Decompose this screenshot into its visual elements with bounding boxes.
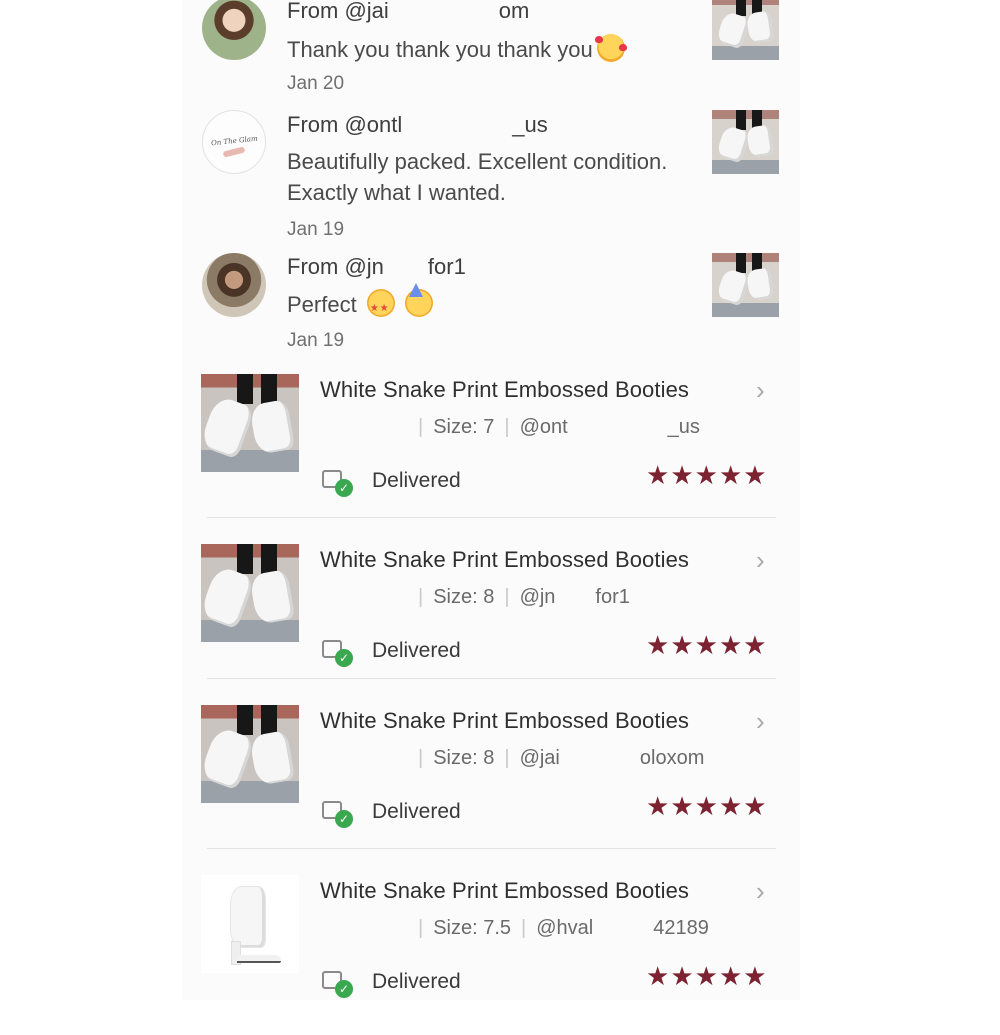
star-icon: ★ (743, 791, 768, 821)
order-status: Delivered (372, 970, 461, 993)
order-title[interactable]: White Snake Print Embossed Booties (320, 708, 689, 734)
order-meta: | Size: 7.5 | @hval 42189 (418, 917, 709, 939)
order-size: Size: 7 (433, 416, 495, 438)
logo-stroke (222, 146, 246, 158)
review-date: Jan 19 (287, 330, 345, 351)
order-size: Size: 7.5 (433, 917, 512, 939)
review-item-thumbnail[interactable] (712, 253, 779, 317)
star-icon: ★ (646, 961, 671, 991)
star-icon: ★ (718, 460, 744, 490)
order-title[interactable]: White Snake Print Embossed Booties (320, 377, 689, 403)
star-icon: ★ (743, 961, 768, 991)
star-icon: ★ (743, 630, 768, 660)
order-item[interactable]: White Snake Print Embossed Booties › | Si… (0, 875, 1000, 1035)
review-text-content: Thank you thank you thank you (287, 37, 593, 62)
boot-product-image (201, 875, 299, 973)
order-user[interactable]: @jn for1 (520, 586, 630, 608)
order-thumbnail[interactable] (201, 544, 299, 642)
star-icon: ★ (670, 460, 695, 490)
order-item[interactable]: White Snake Print Embossed Booties › | Si… (0, 544, 1000, 704)
order-meta: | Size: 8 | @jn for1 (418, 586, 630, 608)
boots-image (201, 705, 299, 803)
boots-image (201, 374, 299, 472)
rating-stars: ★★★★★ (646, 460, 768, 491)
star-icon: ★ (718, 791, 744, 821)
divider (207, 678, 776, 679)
review-date: Jan 20 (287, 73, 345, 94)
star-icon: ★ (694, 460, 719, 490)
order-meta: | Size: 7 | @ont _us (418, 416, 700, 438)
review-item-thumbnail[interactable] (712, 0, 779, 60)
order-item[interactable]: White Snake Print Embossed Booties › | Si… (0, 705, 1000, 865)
order-size: Size: 8 (433, 586, 495, 608)
review-text: Perfect (287, 283, 687, 324)
avatar[interactable] (202, 253, 266, 317)
order-meta: | Size: 8 | @jai oloxom (418, 747, 705, 769)
order-item[interactable]: White Snake Print Embossed Booties › | Si… (0, 374, 1000, 534)
delivered-check-icon: ✓ (322, 801, 353, 828)
rating-stars: ★★★★★ (646, 630, 768, 661)
review-text: Thank you thank you thank you (287, 34, 687, 65)
star-icon: ★ (718, 630, 744, 660)
star-icon: ★ (718, 961, 744, 991)
order-size: Size: 8 (433, 747, 495, 769)
rating-stars: ★★★★★ (646, 791, 768, 822)
divider (207, 848, 776, 849)
order-title[interactable]: White Snake Print Embossed Booties (320, 878, 689, 904)
rating-stars: ★★★★★ (646, 961, 768, 992)
divider (207, 517, 776, 518)
boots-image (201, 544, 299, 642)
star-struck-icon (366, 289, 395, 324)
delivered-check-icon: ✓ (322, 470, 353, 497)
star-icon: ★ (670, 961, 695, 991)
order-thumbnail[interactable] (201, 705, 299, 803)
review-date: Jan 19 (287, 219, 345, 240)
chevron-right-icon[interactable]: › (756, 545, 765, 576)
star-icon: ★ (743, 460, 768, 490)
star-icon: ★ (646, 460, 671, 490)
delivered-check-icon: ✓ (322, 971, 353, 998)
order-title[interactable]: White Snake Print Embossed Booties (320, 547, 689, 573)
star-icon: ★ (646, 791, 671, 821)
avatar[interactable]: On The Glam (202, 110, 266, 174)
review-author[interactable]: From @jn for1 (287, 254, 466, 280)
review-author[interactable]: From @jai om (287, 0, 529, 24)
chevron-right-icon[interactable]: › (756, 375, 765, 406)
review-item-thumbnail[interactable] (712, 110, 779, 174)
chevron-right-icon[interactable]: › (756, 876, 765, 907)
chevron-right-icon[interactable]: › (756, 706, 765, 737)
review-author[interactable]: From @ontl _us (287, 112, 548, 138)
star-icon: ★ (694, 961, 719, 991)
order-status: Delivered (372, 469, 461, 492)
smiling-face-with-hearts-icon (594, 34, 627, 62)
star-icon: ★ (694, 791, 719, 821)
order-user[interactable]: @jai oloxom (520, 747, 705, 769)
order-thumbnail[interactable] (201, 374, 299, 472)
star-icon: ★ (646, 630, 671, 660)
order-user[interactable]: @hval 42189 (536, 917, 709, 939)
order-thumbnail[interactable] (201, 875, 299, 973)
boots-image (712, 253, 779, 317)
order-user[interactable]: @ont _us (520, 416, 700, 438)
boots-image (712, 110, 779, 174)
review-text: Beautifully packed. Excellent condition.… (287, 149, 668, 205)
order-status: Delivered (372, 800, 461, 823)
delivered-check-icon: ✓ (322, 640, 353, 667)
review-text-content: Perfect (287, 292, 357, 317)
store-logo: On The Glam (210, 134, 258, 148)
star-icon: ★ (670, 630, 695, 660)
order-status: Delivered (372, 639, 461, 662)
partying-face-icon (404, 283, 433, 317)
boots-image (712, 0, 779, 60)
star-icon: ★ (694, 630, 719, 660)
star-icon: ★ (670, 791, 695, 821)
